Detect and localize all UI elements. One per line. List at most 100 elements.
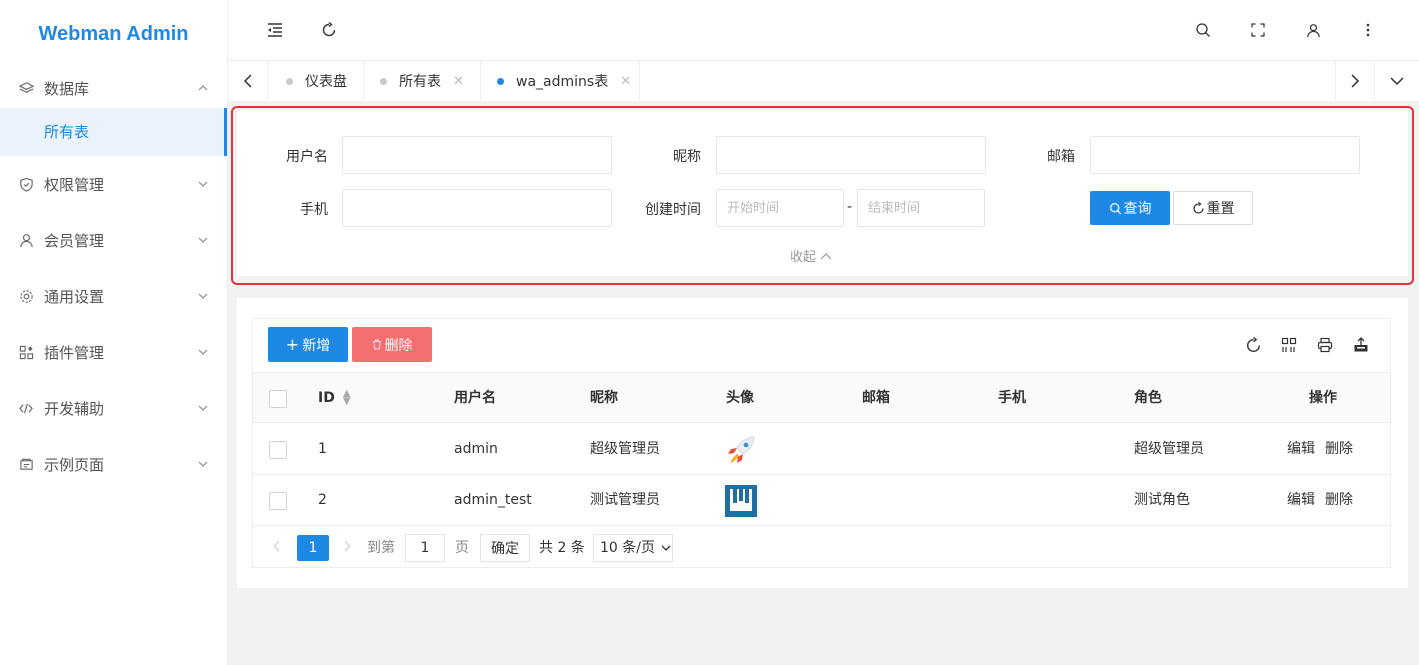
sidebar-item-database[interactable]: 数据库	[0, 68, 227, 108]
delete-link[interactable]: 删除	[1325, 441, 1353, 457]
next-page-icon[interactable]	[343, 535, 351, 561]
chevron-up-icon	[820, 253, 832, 260]
cell-username: admin_test	[454, 492, 532, 508]
top-header	[228, 0, 1419, 60]
add-button[interactable]: + 新增	[268, 327, 348, 362]
search-icon[interactable]	[1192, 19, 1214, 41]
user-icon[interactable]	[1302, 19, 1324, 41]
sidebar-item-label: 插件管理	[44, 343, 105, 362]
user-icon	[18, 232, 34, 248]
column-header-role: 角色	[1134, 390, 1162, 406]
rocket-avatar[interactable]	[724, 433, 758, 467]
cell-actions: 编辑 删除	[1287, 424, 1363, 474]
sort-icon[interactable]: ▲ ▼	[343, 389, 351, 407]
column-header-nickname: 昵称	[590, 390, 618, 406]
sidebar-item-examples[interactable]: 示例页面	[0, 436, 227, 492]
mobile-input[interactable]	[342, 189, 612, 227]
sidebar-item-label: 开发辅助	[44, 399, 105, 418]
end-time-input[interactable]	[857, 189, 985, 227]
cell-nickname: 测试管理员	[590, 492, 660, 508]
close-icon[interactable]: ✕	[620, 74, 631, 89]
delete-link[interactable]: 删除	[1325, 492, 1353, 508]
plug-avatar[interactable]	[724, 484, 758, 518]
pagination: 1 到第 页 确定 共 2 条 10 条/页	[253, 527, 1390, 567]
sidebar-item-settings[interactable]: 通用设置	[0, 268, 227, 324]
collapse-toggle[interactable]: 收起	[790, 246, 832, 265]
cell-role: 超级管理员	[1134, 441, 1204, 457]
column-header-email: 邮箱	[862, 390, 890, 406]
tab-wa-admins[interactable]: wa_admins表 ✕	[481, 61, 640, 101]
code-icon	[18, 400, 34, 416]
column-header-avatar: 头像	[726, 390, 754, 406]
print-icon[interactable]	[1314, 334, 1336, 356]
row-checkbox[interactable]	[269, 441, 287, 459]
table-row: 2 admin_test 测试管理员 测试角色 编辑 删除	[253, 475, 1390, 526]
collapse-label: 收起	[790, 250, 817, 265]
start-time-input[interactable]	[716, 189, 844, 227]
more-icon[interactable]	[1357, 19, 1379, 41]
plus-icon: +	[285, 335, 300, 354]
tab-prev-button[interactable]	[228, 61, 268, 101]
reset-button[interactable]: 重置	[1173, 191, 1253, 225]
menu-fold-icon[interactable]	[264, 19, 286, 41]
chevron-down-icon	[197, 234, 209, 246]
column-header-id[interactable]: ID ▲ ▼	[318, 373, 351, 423]
cell-nickname: 超级管理员	[590, 441, 660, 457]
tab-label: wa_admins表	[516, 74, 609, 90]
sidebar-item-members[interactable]: 会员管理	[0, 212, 227, 268]
page-number-current[interactable]: 1	[297, 535, 329, 561]
fullscreen-icon[interactable]	[1247, 19, 1269, 41]
cell-id: 1	[318, 441, 327, 457]
edit-link[interactable]: 编辑	[1287, 492, 1315, 508]
range-dash: -	[847, 199, 853, 215]
column-header-actions: 操作	[1309, 390, 1337, 406]
export-icon[interactable]	[1350, 334, 1372, 356]
delete-button-label: 删除	[384, 337, 413, 354]
prev-page-icon[interactable]	[273, 535, 281, 561]
sidebar-item-dev-tools[interactable]: 开发辅助	[0, 380, 227, 436]
goto-label: 到第	[367, 540, 395, 556]
columns-icon[interactable]	[1278, 334, 1300, 356]
total-count: 共 2 条	[539, 540, 585, 556]
page-unit-label: 页	[455, 540, 469, 556]
sidebar-item-label: 示例页面	[44, 455, 105, 474]
page-size-select[interactable]: 10 条/页	[593, 534, 673, 562]
chevron-up-icon	[197, 82, 209, 94]
sidebar-item-plugins[interactable]: 插件管理	[0, 324, 227, 380]
trash-icon	[372, 339, 381, 350]
select-all-checkbox[interactable]	[269, 390, 287, 408]
shield-icon	[18, 176, 34, 192]
tab-all-tables[interactable]: 所有表 ✕	[364, 61, 481, 101]
refresh-icon[interactable]	[318, 19, 340, 41]
cell-id: 2	[318, 492, 327, 508]
column-header-mobile: 手机	[998, 390, 1026, 406]
sidebar-item-permission[interactable]: 权限管理	[0, 156, 227, 212]
query-button[interactable]: 查询	[1090, 191, 1170, 225]
created-time-label: 创建时间	[645, 202, 701, 218]
sidebar-item-label: 数据库	[44, 79, 90, 98]
table-header: ID ▲ ▼ 用户名 昵称 头像 邮箱 手机 角色 操作	[253, 372, 1390, 423]
username-input[interactable]	[342, 136, 612, 174]
tab-dashboard[interactable]: 仪表盘	[268, 61, 364, 101]
nickname-input[interactable]	[716, 136, 986, 174]
reset-button-label: 重置	[1206, 201, 1235, 217]
tab-next-button[interactable]	[1335, 61, 1375, 101]
username-label: 用户名	[286, 149, 328, 165]
cell-role: 测试角色	[1134, 492, 1190, 508]
goto-page-input[interactable]	[405, 534, 445, 562]
table-row: 1 admin 超级管理员 超级管理员 编辑 删除	[253, 424, 1390, 475]
edit-link[interactable]: 编辑	[1287, 441, 1315, 457]
close-icon[interactable]: ✕	[453, 74, 464, 89]
email-input[interactable]	[1090, 136, 1360, 174]
sidebar-item-label: 权限管理	[44, 175, 105, 194]
refresh-icon[interactable]	[1242, 334, 1264, 356]
delete-button[interactable]: 删除	[352, 327, 432, 362]
chevron-down-icon	[197, 290, 209, 302]
row-checkbox[interactable]	[269, 492, 287, 510]
plugin-icon	[18, 344, 34, 360]
sidebar: Webman Admin 数据库 所有表 权限管理 会员管理 通用设置 插件管理…	[0, 0, 228, 665]
goto-confirm-button[interactable]: 确定	[480, 534, 530, 562]
cell-actions: 编辑 删除	[1287, 475, 1363, 525]
sidebar-item-all-tables[interactable]: 所有表	[0, 108, 227, 156]
tab-dropdown-button[interactable]	[1375, 61, 1419, 101]
